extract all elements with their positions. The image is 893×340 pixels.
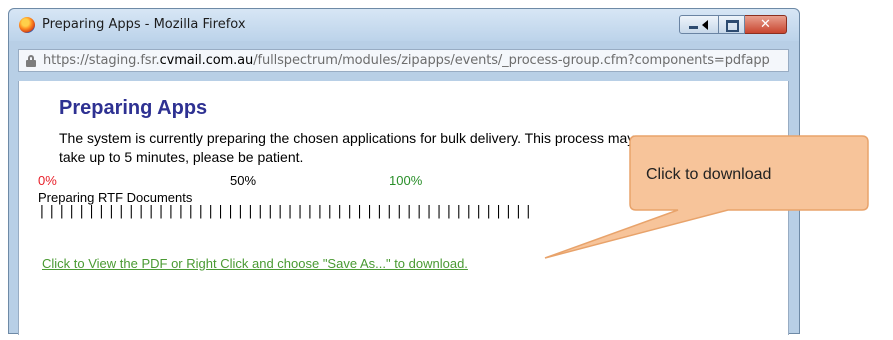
close-icon: ✕ bbox=[760, 17, 771, 32]
lock-icon bbox=[26, 55, 36, 67]
page-content: Preparing Apps The system is currently p… bbox=[18, 81, 789, 335]
progress-label-0: 0% bbox=[38, 173, 57, 188]
maximize-button[interactable] bbox=[719, 15, 745, 34]
window-controls: ✕ bbox=[679, 15, 787, 34]
url-text[interactable]: https://staging.fsr.cvmail.com.au/fullsp… bbox=[43, 53, 770, 68]
page-title: Preparing Apps bbox=[59, 97, 208, 119]
progress-label-100: 100% bbox=[389, 173, 423, 188]
status-text: Preparing RTF Documents bbox=[38, 190, 193, 205]
download-link[interactable]: Click to View the PDF or Right Click and… bbox=[42, 256, 468, 271]
window-title: Preparing Apps - Mozilla Firefox bbox=[42, 17, 246, 32]
minimize-icon bbox=[689, 26, 698, 29]
address-bar[interactable]: https://staging.fsr.cvmail.com.au/fullsp… bbox=[18, 49, 789, 72]
close-button[interactable]: ✕ bbox=[745, 15, 787, 34]
maximize-icon bbox=[726, 20, 739, 32]
title-bar[interactable]: Preparing Apps - Mozilla Firefox ✕ bbox=[9, 9, 799, 41]
url-path: /fullspectrum/modules/zipapps/events/_pr… bbox=[253, 53, 770, 68]
url-domain: cvmail.com.au bbox=[159, 53, 254, 68]
callout-label: Click to download bbox=[646, 166, 772, 183]
progress-bar: ||||||||||||||||||||||||||||||||||||||||… bbox=[38, 204, 535, 219]
url-prefix: https://staging.fsr. bbox=[43, 53, 160, 68]
cursor-arrow-icon bbox=[702, 20, 708, 30]
minimize-button[interactable] bbox=[679, 15, 719, 34]
description-text: The system is currently preparing the ch… bbox=[59, 130, 635, 165]
progress-label-50: 50% bbox=[230, 173, 257, 188]
firefox-logo-icon bbox=[19, 17, 35, 33]
